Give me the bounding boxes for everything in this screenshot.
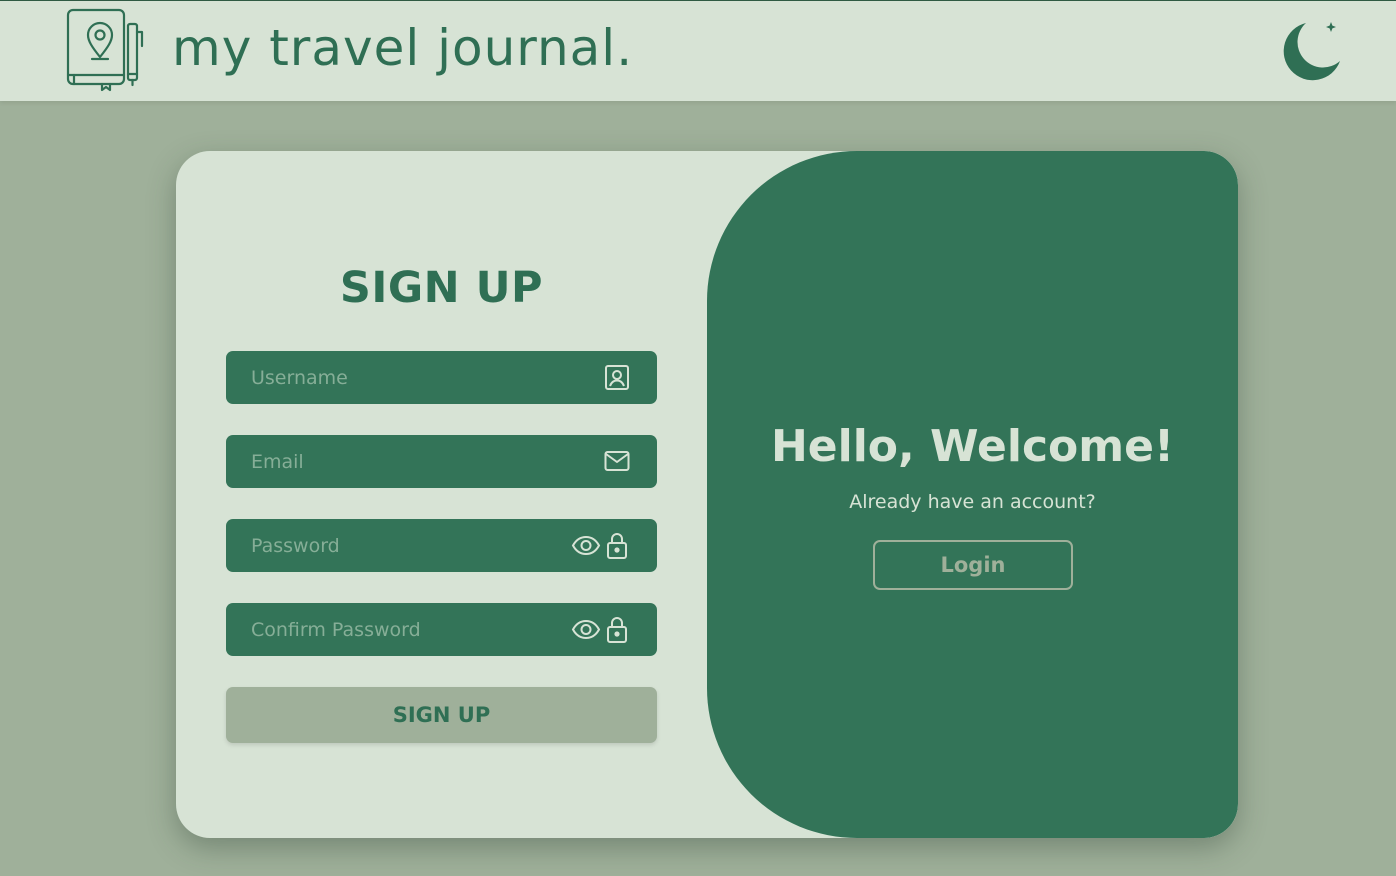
top-bar: my travel journal. [0,0,1396,101]
email-input[interactable] [226,435,546,488]
lock-icon [607,617,627,643]
account-prompt: Already have an account? [849,491,1096,513]
username-input[interactable] [226,351,546,404]
login-button[interactable]: Login [873,540,1073,590]
user-badge-icon [605,365,629,390]
password-field[interactable] [226,519,657,572]
eye-icon[interactable] [571,616,601,643]
email-field[interactable] [226,435,657,488]
app-title: my travel journal. [172,19,634,77]
signup-title: SIGN UP [339,263,544,313]
confirm-password-field[interactable] [226,603,657,656]
journal-map-pin-icon [66,8,144,92]
confirm-password-input[interactable] [226,603,546,656]
eye-icon[interactable] [571,532,601,559]
welcome-heading: Hello, Welcome! [770,421,1175,472]
username-field[interactable] [226,351,657,404]
password-input[interactable] [226,519,546,572]
brand[interactable]: my travel journal. [64,7,632,93]
lock-icon [607,533,627,559]
signup-button[interactable]: SIGN UP [226,687,657,743]
auth-card: SIGN UP Username Email SIGN UP Hello, We… [176,151,1238,838]
mail-icon [604,451,630,471]
moon-stars-icon[interactable] [1278,17,1344,83]
welcome-panel: Hello, Welcome! Already have an account?… [707,151,1238,838]
